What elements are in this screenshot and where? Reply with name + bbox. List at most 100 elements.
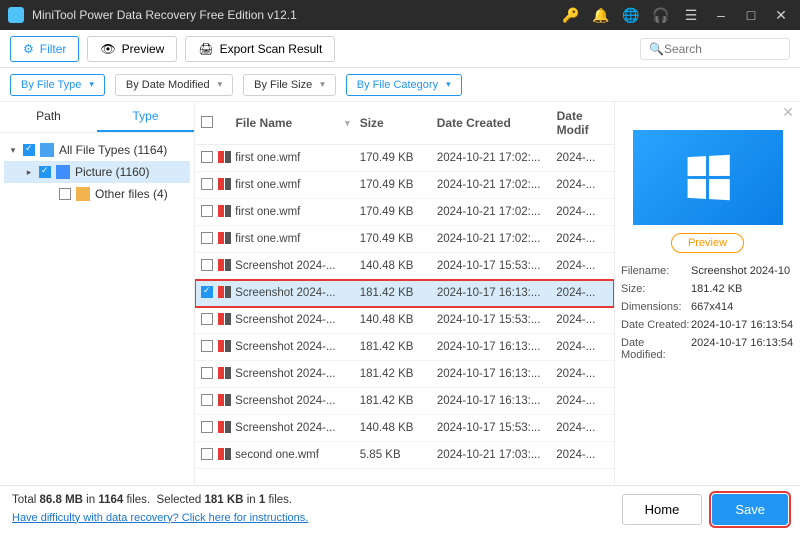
checkbox[interactable]	[39, 166, 51, 178]
cell-size: 170.49 KB	[360, 206, 437, 218]
row-checkbox[interactable]	[201, 421, 213, 433]
row-checkbox[interactable]	[201, 232, 213, 244]
cell-size: 181.42 KB	[360, 395, 437, 407]
open-preview-button[interactable]: Preview	[671, 233, 744, 253]
globe-icon[interactable]: 🌐	[620, 7, 642, 24]
row-checkbox[interactable]	[201, 448, 213, 460]
cell-mod: 2024-...	[556, 368, 608, 380]
cell-date: 2024-10-17 16:13:...	[437, 395, 556, 407]
row-checkbox[interactable]	[201, 313, 213, 325]
row-checkbox[interactable]	[201, 286, 213, 298]
cell-date: 2024-10-17 16:13:...	[437, 287, 556, 299]
cell-date: 2024-10-17 15:53:...	[437, 314, 556, 326]
thumbnail	[633, 130, 783, 225]
home-button[interactable]: Home	[622, 494, 703, 525]
close-preview-icon[interactable]: ✕	[782, 104, 794, 121]
file-icon	[218, 312, 232, 326]
cell-mod: 2024-...	[556, 260, 608, 272]
table-row[interactable]: first one.wmf170.49 KB2024-10-21 17:02:.…	[195, 172, 614, 199]
footer: Total 86.8 MB in 1164 files. Selected 18…	[0, 485, 800, 533]
cell-mod: 2024-...	[556, 206, 608, 218]
help-link[interactable]: Have difficulty with data recovery? Clic…	[12, 512, 308, 524]
tab-path[interactable]: Path	[0, 102, 97, 132]
row-checkbox[interactable]	[201, 178, 213, 190]
col-datemodified[interactable]: Date Modif	[557, 109, 608, 137]
tree-picture[interactable]: ▸ Picture (1160)	[4, 161, 190, 183]
cell-date: 2024-10-17 15:53:...	[437, 260, 556, 272]
file-icon	[218, 339, 232, 353]
search-icon: 🔍	[649, 42, 664, 56]
cell-size: 181.42 KB	[360, 287, 437, 299]
cell-mod: 2024-...	[556, 395, 608, 407]
table-row[interactable]: Screenshot 2024-...181.42 KB2024-10-17 1…	[195, 334, 614, 361]
bell-icon[interactable]: 🔔	[590, 7, 612, 24]
filter-filesize[interactable]: By File Size▾	[243, 74, 336, 96]
row-checkbox[interactable]	[201, 340, 213, 352]
save-button[interactable]: Save	[712, 494, 788, 525]
row-checkbox[interactable]	[201, 394, 213, 406]
checkbox[interactable]	[59, 188, 71, 200]
row-checkbox[interactable]	[201, 367, 213, 379]
table-row[interactable]: Screenshot 2024-...140.48 KB2024-10-17 1…	[195, 307, 614, 334]
row-checkbox[interactable]	[201, 151, 213, 163]
col-filename[interactable]: File Name	[234, 116, 346, 130]
sort-icon[interactable]: ▾	[345, 118, 350, 129]
cell-date: 2024-10-17 16:13:...	[437, 341, 556, 353]
list-body[interactable]: first one.wmf170.49 KB2024-10-21 17:02:.…	[195, 145, 614, 485]
chevron-down-icon: ▾	[320, 79, 325, 90]
cell-size: 140.48 KB	[360, 422, 437, 434]
cell-mod: 2024-...	[556, 341, 608, 353]
tree-other[interactable]: Other files (4)	[4, 183, 190, 205]
cell-filename: second one.wmf	[233, 449, 344, 461]
close-icon[interactable]: ✕	[770, 7, 792, 24]
table-row[interactable]: first one.wmf170.49 KB2024-10-21 17:02:.…	[195, 226, 614, 253]
search-field[interactable]	[664, 42, 781, 56]
filter-button[interactable]: ⚙Filter	[10, 36, 79, 62]
cell-date: 2024-10-21 17:02:...	[437, 206, 556, 218]
picture-icon	[56, 165, 70, 179]
cell-mod: 2024-...	[556, 233, 608, 245]
cell-filename: Screenshot 2024-...	[233, 395, 344, 407]
table-row[interactable]: first one.wmf170.49 KB2024-10-21 17:02:.…	[195, 145, 614, 172]
file-icon	[218, 204, 232, 218]
minimize-icon[interactable]: –	[710, 7, 732, 23]
col-datecreated[interactable]: Date Created	[437, 116, 557, 130]
table-row[interactable]: Screenshot 2024-... 181.42 KB2024-10-17 1…	[195, 388, 614, 415]
checkbox[interactable]	[23, 144, 35, 156]
filter-row: By File Type▾ By Date Modified▾ By File …	[0, 68, 800, 102]
headset-icon[interactable]: 🎧	[650, 7, 672, 24]
key-icon[interactable]: 🔑	[560, 7, 582, 24]
row-checkbox[interactable]	[201, 205, 213, 217]
tree-all-types[interactable]: ▾ All File Types (1164)	[4, 139, 190, 161]
cell-size: 5.85 KB	[360, 449, 437, 461]
tab-type[interactable]: Type	[97, 102, 194, 132]
table-row[interactable]: Screenshot 2024-...140.48 KB2024-10-17 1…	[195, 415, 614, 442]
select-all-checkbox[interactable]	[201, 116, 213, 128]
preview-button[interactable]: 👁Preview	[87, 36, 177, 62]
search-input[interactable]: 🔍	[640, 38, 790, 60]
file-icon	[218, 366, 232, 380]
col-size[interactable]: Size	[360, 116, 437, 130]
export-button[interactable]: 🖨Export Scan Result	[185, 36, 335, 62]
cell-date: 2024-10-17 16:13:...	[437, 368, 556, 380]
cell-date: 2024-10-21 17:02:...	[437, 179, 556, 191]
filter-icon: ⚙	[23, 42, 34, 56]
table-row[interactable]: Screenshot 2024-...181.42 KB2024-10-17 1…	[195, 361, 614, 388]
cell-filename: first one.wmf	[233, 233, 344, 245]
row-checkbox[interactable]	[201, 259, 213, 271]
filter-filecategory[interactable]: By File Category▾	[346, 74, 462, 96]
maximize-icon[interactable]: □	[740, 7, 762, 23]
table-row[interactable]: Screenshot 2024-...181.42 KB2024-10-17 1…	[195, 280, 614, 307]
table-row[interactable]: first one.wmf170.49 KB2024-10-21 17:02:.…	[195, 199, 614, 226]
menu-icon[interactable]: ☰	[680, 7, 702, 24]
file-icon	[218, 258, 232, 272]
table-row[interactable]: Screenshot 2024-...140.48 KB2024-10-17 1…	[195, 253, 614, 280]
filter-datemodified[interactable]: By Date Modified▾	[115, 74, 233, 96]
export-icon: 🖨	[198, 42, 213, 56]
table-row[interactable]: second one.wmf 5.85 KB2024-10-21 17:03:..…	[195, 442, 614, 469]
monitor-icon	[40, 143, 54, 157]
cell-mod: 2024-...	[556, 314, 608, 326]
file-icon	[218, 285, 232, 299]
cell-date: 2024-10-21 17:03:...	[437, 449, 556, 461]
filter-filetype[interactable]: By File Type▾	[10, 74, 105, 96]
